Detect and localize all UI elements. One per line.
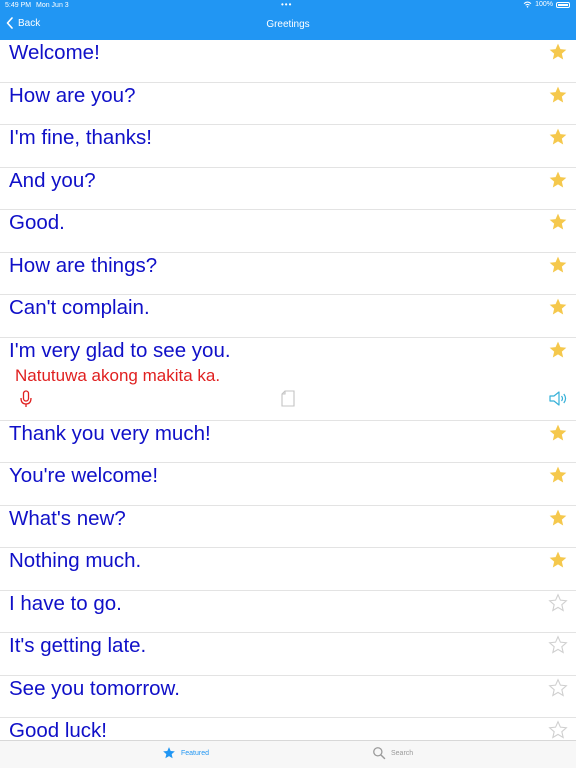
phrase-text: How are things? [9, 253, 158, 277]
star-outline-icon[interactable] [548, 592, 568, 613]
star-filled-icon[interactable] [548, 340, 568, 360]
star-filled-icon[interactable] [548, 212, 568, 232]
phrase-list[interactable]: Welcome! How are you? I'm fine, thanks! And… [0, 40, 576, 740]
star-filled-icon[interactable] [548, 297, 568, 317]
tab-featured[interactable]: Featured [162, 746, 209, 760]
phrase-row[interactable]: Can't complain. [0, 295, 576, 338]
battery-icon [556, 1, 570, 8]
phrase-row[interactable]: Good luck! [0, 718, 576, 740]
phrase-row[interactable]: You're welcome! [0, 463, 576, 506]
star-filled-icon[interactable] [548, 423, 568, 443]
status-right: 100% [523, 1, 570, 8]
copy-icon[interactable] [281, 389, 295, 407]
status-date: Mon Jun 3 [36, 2, 69, 9]
multitask-dots-icon[interactable]: ••• [281, 0, 292, 9]
phrase-text: What's new? [9, 506, 126, 530]
star-filled-icon[interactable] [548, 42, 568, 62]
phrase-text: And you? [9, 168, 96, 192]
phrase-row[interactable]: How are things? [0, 253, 576, 295]
star-outline-icon[interactable] [548, 635, 568, 655]
phrase-row[interactable]: And you? [0, 168, 576, 210]
phrase-row[interactable]: Thank you very much! [0, 421, 576, 463]
star-filled-icon[interactable] [548, 85, 568, 105]
phrase-text: It's getting late. [9, 634, 147, 657]
tab-search[interactable]: Search [372, 746, 413, 760]
search-icon [373, 747, 386, 760]
star-filled-icon[interactable] [548, 508, 568, 528]
tab-featured-label: Featured [181, 749, 210, 757]
phrase-row[interactable]: I have to go. [0, 591, 576, 633]
microphone-icon[interactable] [20, 389, 32, 408]
star-filled-icon[interactable] [548, 550, 568, 570]
phrase-row[interactable]: I'm very glad to see you. Natutuwa akong … [0, 338, 576, 421]
star-filled-icon[interactable] [548, 255, 568, 275]
phrase-row[interactable]: Good. [0, 210, 576, 253]
status-bar: 5:49 PM Mon Jun 3 ••• 100% [0, 0, 576, 12]
star-outline-icon[interactable] [548, 677, 568, 698]
phrase-row[interactable]: I'm fine, thanks! [0, 125, 576, 168]
phrase-text: Welcome! [9, 41, 100, 64]
tab-bar: Featured Search [0, 740, 576, 768]
phrase-text: Good luck! [9, 719, 107, 740]
star-filled-icon[interactable] [548, 465, 568, 485]
star-icon [163, 747, 175, 759]
speaker-icon[interactable] [549, 390, 569, 407]
tab-search-label: Search [391, 749, 414, 757]
translation-text: Natutuwa akong makita ka. [15, 365, 221, 385]
phrase-text: Nothing much. [9, 549, 142, 572]
status-time: 5:49 PM [5, 2, 32, 9]
phrase-row[interactable]: How are you? [0, 83, 576, 125]
navigation-bar: Back Greetings [0, 12, 576, 40]
phrase-text: Good. [9, 211, 65, 234]
phrase-row[interactable]: What's new? [0, 506, 576, 548]
page-title: Greetings [266, 19, 310, 30]
phrase-text: Can't complain. [9, 296, 150, 319]
battery-percent: 100% [535, 1, 553, 8]
phrase-text: I'm fine, thanks! [9, 126, 152, 149]
phrase-text: You're welcome! [9, 464, 159, 487]
phrase-text: How are you? [9, 83, 136, 107]
phrase-row[interactable]: Welcome! [0, 40, 576, 83]
phrase-text: Thank you very much! [9, 421, 211, 445]
phrase-row[interactable]: It's getting late. [0, 633, 576, 676]
phrase-text: I'm very glad to see you. [9, 338, 231, 362]
star-filled-icon[interactable] [548, 127, 568, 147]
phrase-text: I have to go. [9, 591, 122, 615]
star-outline-icon[interactable] [548, 720, 568, 740]
wifi-icon [523, 1, 532, 8]
phrase-row[interactable]: See you tomorrow. [0, 676, 576, 718]
phrase-text: See you tomorrow. [9, 676, 180, 700]
phrase-row[interactable]: Nothing much. [0, 548, 576, 591]
star-filled-icon[interactable] [548, 170, 568, 190]
